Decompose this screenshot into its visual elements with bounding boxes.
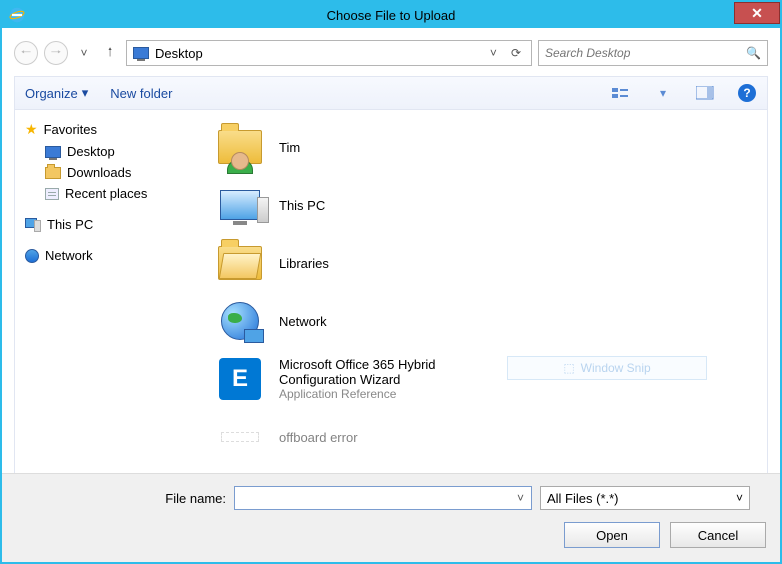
item-title: Microsoft Office 365 Hybrid Configuratio… <box>279 357 499 387</box>
ie-icon <box>8 6 26 24</box>
filetype-label: All Files (*.*) <box>547 491 736 506</box>
list-item[interactable]: E Microsoft Office 365 Hybrid Configurat… <box>213 350 757 408</box>
back-button[interactable]: 🠐 <box>14 41 38 65</box>
pc-icon <box>213 182 267 228</box>
filename-combo[interactable]: ˅ <box>234 486 532 510</box>
pc-icon <box>25 218 41 232</box>
item-title: This PC <box>279 198 325 213</box>
nav-row: 🠐 🠒 ˅ 🠑 Desktop ˅ ⟳ 🔍 <box>14 38 768 68</box>
search-input[interactable] <box>545 46 746 60</box>
file-list-area: Tim This PC Libraries <box>203 110 767 473</box>
sidebar-item-label: This PC <box>47 217 93 232</box>
list-item[interactable]: Network <box>213 292 757 350</box>
user-folder-icon <box>213 124 267 170</box>
filename-label: File name: <box>16 491 226 506</box>
libraries-icon <box>213 240 267 286</box>
address-text: Desktop <box>155 46 480 61</box>
sidebar-item-desktop[interactable]: Desktop <box>21 141 197 162</box>
folder-icon <box>45 167 61 179</box>
cancel-button[interactable]: Cancel <box>670 522 766 548</box>
list-item[interactable]: Tim <box>213 118 757 176</box>
search-icon[interactable]: 🔍 <box>746 46 761 60</box>
recent-locations-dropdown[interactable]: ˅ <box>74 46 94 60</box>
list-item[interactable]: This PC <box>213 176 757 234</box>
new-folder-button[interactable]: New folder <box>110 86 172 101</box>
application-icon: E <box>213 356 267 402</box>
help-button[interactable]: ? <box>737 83 757 103</box>
search-box[interactable]: 🔍 <box>538 40 768 66</box>
dialog-body: 🠐 🠒 ˅ 🠑 Desktop ˅ ⟳ 🔍 Organize ▾ New fol… <box>2 28 780 473</box>
file-dialog-window: Choose File to Upload ✕ 🠐 🠒 ˅ 🠑 Desktop … <box>0 0 782 564</box>
desktop-icon <box>133 47 149 59</box>
sidebar-item-label: Desktop <box>67 144 115 159</box>
view-dropdown[interactable]: ▾ <box>653 83 673 103</box>
favorites-header[interactable]: ★ Favorites <box>21 118 197 141</box>
organize-menu[interactable]: Organize ▾ <box>25 85 88 101</box>
new-folder-label: New folder <box>110 86 172 101</box>
main-area: ★ Favorites Desktop Downloads Recent pla… <box>14 110 768 473</box>
favorites-label: Favorites <box>44 122 97 137</box>
filename-input[interactable] <box>239 491 514 506</box>
window-title: Choose File to Upload <box>2 8 780 23</box>
item-title: offboard error <box>279 430 358 445</box>
sidebar-item-downloads[interactable]: Downloads <box>21 162 197 183</box>
organize-label: Organize <box>25 86 78 101</box>
desktop-icon <box>45 146 61 158</box>
network-icon <box>213 298 267 344</box>
titlebar: Choose File to Upload ✕ <box>2 2 780 28</box>
recent-icon <box>45 188 59 200</box>
refresh-button[interactable]: ⟳ <box>507 46 525 60</box>
item-title: Network <box>279 314 327 329</box>
sidebar-item-thispc[interactable]: This PC <box>21 214 197 235</box>
address-bar[interactable]: Desktop ˅ ⟳ <box>126 40 532 66</box>
file-icon <box>213 414 267 460</box>
sidebar-item-network[interactable]: Network <box>21 245 197 266</box>
sidebar-item-recent[interactable]: Recent places <box>21 183 197 204</box>
view-options-button[interactable] <box>611 83 631 103</box>
preview-pane-button[interactable] <box>695 83 715 103</box>
sidebar-item-label: Downloads <box>67 165 131 180</box>
open-button[interactable]: Open <box>564 522 660 548</box>
star-icon: ★ <box>25 121 38 138</box>
filetype-combo[interactable]: All Files (*.*) ˅ <box>540 486 750 510</box>
chevron-down-icon: ˅ <box>736 491 743 505</box>
sidebar-item-label: Network <box>45 248 93 263</box>
list-item[interactable]: Libraries <box>213 234 757 292</box>
item-subtitle: Application Reference <box>279 387 499 401</box>
navigation-pane: ★ Favorites Desktop Downloads Recent pla… <box>15 110 203 473</box>
toolbar: Organize ▾ New folder ▾ ? <box>14 76 768 110</box>
network-icon <box>25 249 39 263</box>
address-dropdown[interactable]: ˅ <box>486 46 501 60</box>
filename-dropdown[interactable]: ˅ <box>514 491 527 505</box>
file-list[interactable]: Tim This PC Libraries <box>203 110 767 473</box>
up-button[interactable]: 🠑 <box>100 43 120 64</box>
sidebar-item-label: Recent places <box>65 186 147 201</box>
forward-button[interactable]: 🠒 <box>44 41 68 65</box>
chevron-down-icon: ▾ <box>82 85 89 101</box>
footer: File name: ˅ All Files (*.*) ˅ Open Canc… <box>2 473 780 562</box>
help-icon: ? <box>738 84 756 102</box>
item-title: Tim <box>279 140 300 155</box>
close-button[interactable]: ✕ <box>734 2 780 24</box>
item-title: Libraries <box>279 256 329 271</box>
list-item[interactable]: offboard error <box>213 408 757 466</box>
